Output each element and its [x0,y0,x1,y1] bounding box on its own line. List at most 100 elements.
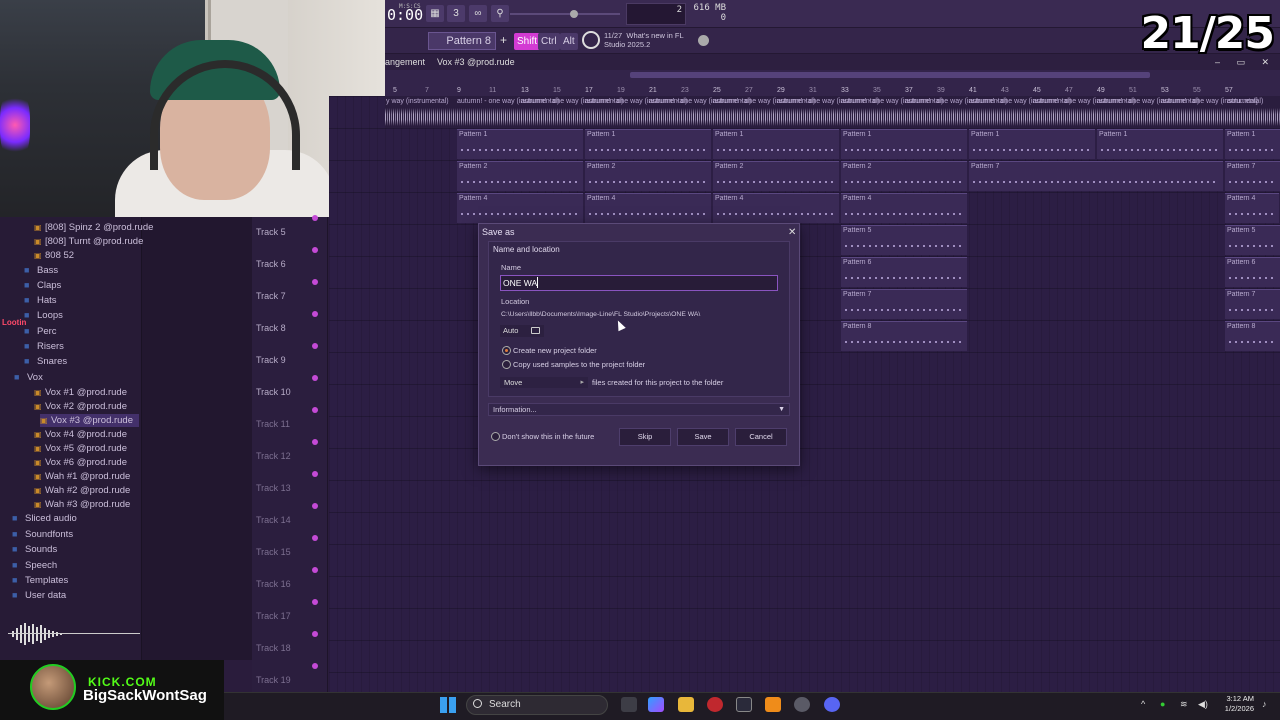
browser-folder[interactable]: Templates [12,574,68,587]
browser-folder[interactable]: Sliced audio [12,512,77,525]
track-mute-led[interactable] [312,247,318,253]
dont-show-checkbox[interactable] [491,432,500,441]
step-edit-icon[interactable]: 3 [447,5,465,22]
close-icon[interactable]: ✕ [788,227,796,238]
shift-key-button[interactable]: Shift [514,33,541,50]
file-explorer-icon[interactable] [678,697,694,712]
windows-start-icon[interactable] [440,697,456,713]
browser-file[interactable]: Vox #3 @prod.rude [40,414,140,427]
news-panel[interactable]: 11/27 What's new in FL Studio 2025.2 [604,31,684,49]
track-mute-led[interactable] [312,471,318,477]
browser-file[interactable]: Wah #3 @prod.rude [34,498,130,511]
track-label[interactable]: Track 10 [256,387,291,397]
task-view-icon[interactable] [621,697,637,712]
browse-folder-icon[interactable] [531,327,540,334]
track-mute-led[interactable] [312,407,318,413]
playlist-current-pattern[interactable]: Vox #3 @prod.rude [437,54,515,70]
timecode-display[interactable]: M:S:CS 0:00 [385,2,423,26]
settings-icon[interactable] [794,697,810,712]
copy-samples-radio[interactable] [502,360,511,369]
opera-gx-icon[interactable] [707,697,723,712]
audio-clip-label[interactable]: autu..ntal] [1227,98,1258,105]
create-folder-radio[interactable] [502,346,511,355]
track-mute-led[interactable] [312,375,318,381]
ctrl-key-button[interactable]: Ctrl [538,33,560,50]
move-dropdown[interactable]: Move [500,377,588,388]
browser-folder[interactable]: Bass [24,264,58,277]
browser-folder[interactable]: Speech [12,559,57,572]
news-icon[interactable] [582,31,600,49]
track-mute-led[interactable] [312,215,318,221]
track-label[interactable]: Track 15 [256,547,291,557]
browser-file[interactable]: Vox #2 @prod.rude [34,400,127,413]
browser-file[interactable]: Vox #5 @prod.rude [34,442,127,455]
browser-folder[interactable]: Loops [24,309,63,322]
track-label[interactable]: Track 11 [256,419,290,429]
track-label[interactable]: Track 7 [256,291,286,301]
track-mute-led[interactable] [312,567,318,573]
track-label[interactable]: Track 14 [256,515,291,525]
browser-file[interactable]: Vox #4 @prod.rude [34,428,127,441]
browser-file[interactable]: 808 52 [34,249,74,262]
timeline-scrollbar[interactable] [385,72,1280,80]
browser-file[interactable]: [808] Turnt @prod.rude [34,235,143,248]
project-name-input[interactable]: ONE WA [500,275,778,291]
fl-studio-icon[interactable] [765,697,781,712]
track-label[interactable]: Track 8 [256,323,286,333]
notification-bell-icon[interactable]: ♪ [1262,699,1267,709]
track-mute-led[interactable] [312,311,318,317]
browser-folder[interactable]: Sounds [12,543,57,556]
browser-folder[interactable]: Soundfonts [12,528,73,541]
store-icon[interactable] [736,697,752,712]
track-label[interactable]: Track 9 [256,355,286,365]
add-pattern-icon[interactable]: + [500,33,507,47]
typing-keyboard-icon[interactable]: ▦ [426,5,444,22]
browser-folder[interactable]: Snares [24,355,67,368]
browser-folder[interactable]: Vox [14,371,43,384]
track-mute-led[interactable] [312,279,318,285]
track-mute-led[interactable] [312,663,318,669]
track-label[interactable]: Track 5 [256,227,286,237]
pattern-selector[interactable]: Pattern 8 [428,32,496,50]
discord-icon[interactable] [824,697,840,712]
pattern-clip[interactable] [969,161,1223,191]
cancel-button[interactable]: Cancel [735,428,787,446]
track-mute-led[interactable] [312,535,318,541]
playlist-window-controls[interactable]: – ▭ ✕ [1215,57,1276,68]
track-label[interactable]: Track 19 [256,675,291,685]
track-mute-led[interactable] [312,439,318,445]
browser-file[interactable]: Wah #2 @prod.rude [34,484,130,497]
information-expander[interactable]: Information... ▼ [488,403,790,416]
browser-file[interactable]: Vox #6 @prod.rude [34,456,127,469]
track-label[interactable]: Track 16 [256,579,291,589]
taskbar-search[interactable] [466,695,608,715]
alt-key-button[interactable]: Alt [560,33,578,50]
browser-folder[interactable]: Risers [24,340,64,353]
track-mute-led[interactable] [312,631,318,637]
loop-record-icon[interactable]: ∞ [469,5,487,22]
browser-file[interactable]: Vox #1 @prod.rude [34,386,127,399]
track-label[interactable]: Track 6 [256,259,286,269]
copilot-icon[interactable] [648,697,664,712]
system-clock[interactable]: 3:12 AM 1/2/2026 [1220,694,1254,714]
microphone-icon[interactable]: ● [1160,699,1165,709]
volume-icon[interactable]: ◀) [1198,699,1208,710]
track-label[interactable]: Track 18 [256,643,291,653]
metronome-icon[interactable]: ⚲ [491,5,509,22]
globe-icon[interactable] [698,35,709,46]
track-mute-led[interactable] [312,599,318,605]
master-pitch-slider[interactable] [510,10,620,18]
browser-file[interactable]: Wah #1 @prod.rude [34,470,130,483]
track-label[interactable]: Track 13 [256,483,291,493]
track-mute-led[interactable] [312,503,318,509]
browser-folder[interactable]: User data [12,589,66,602]
browser-folder[interactable]: Perc [24,325,57,338]
track-mute-led[interactable] [312,343,318,349]
browser-folder[interactable]: Hats [24,294,57,307]
tray-chevron-icon[interactable]: ^ [1141,699,1145,709]
wifi-icon[interactable]: ≋ [1180,699,1188,710]
audio-clip-label[interactable]: y way (instrumental) [386,98,449,105]
browser-file[interactable]: [808] Spinz 2 @prod.rude [34,221,153,234]
skip-button[interactable]: Skip [619,428,671,446]
browser-folder[interactable]: Claps [24,279,61,292]
